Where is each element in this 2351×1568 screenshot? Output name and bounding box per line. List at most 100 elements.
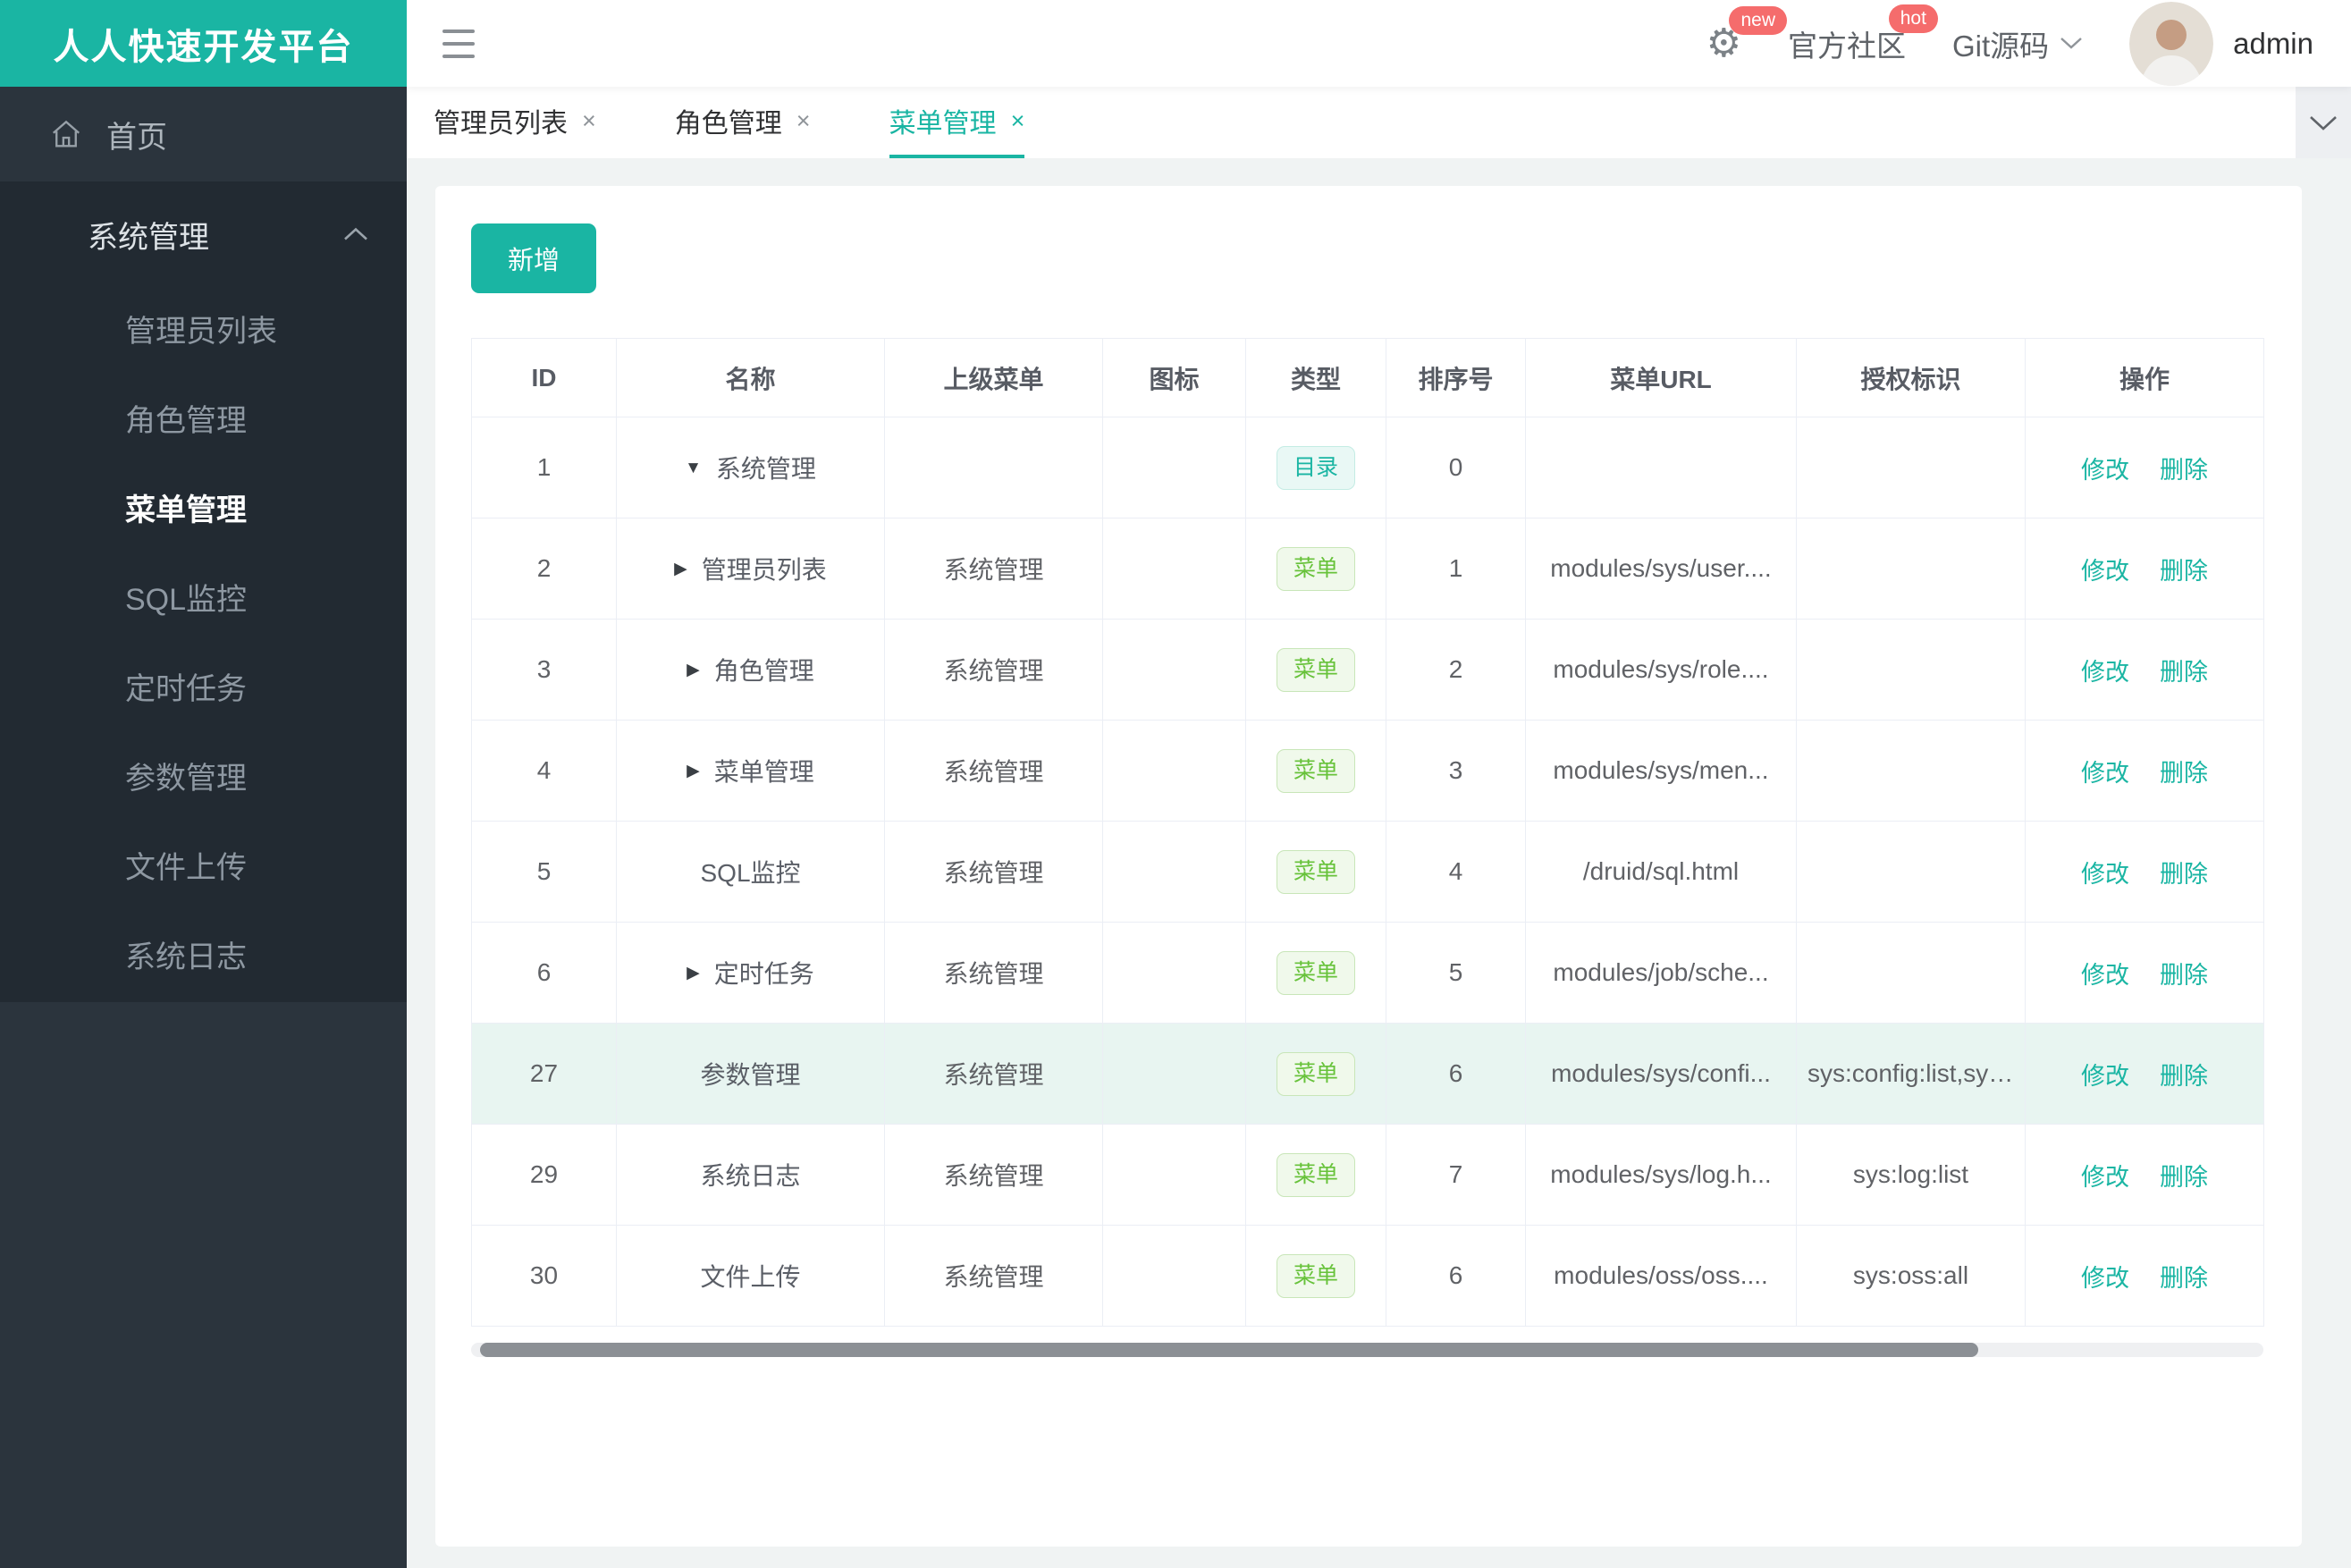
sidebar-item-7[interactable]: 文件上传 — [0, 823, 407, 913]
delete-link[interactable]: 删除 — [2160, 659, 2208, 686]
cell-name: ▶ 管理员列表 — [616, 518, 885, 620]
type-badge: 菜单 — [1276, 950, 1355, 995]
cell-actions: 修改 删除 — [2025, 619, 2264, 721]
expand-arrow-icon[interactable]: ▶ — [687, 763, 700, 780]
cell-actions: 修改 删除 — [2025, 1124, 2264, 1226]
delete-link[interactable]: 删除 — [2160, 1164, 2208, 1191]
delete-link[interactable]: 删除 — [2160, 1265, 2208, 1292]
cell-url: modules/sys/confi... — [1525, 1023, 1797, 1125]
cell-name: 参数管理 — [616, 1023, 885, 1125]
home-icon — [49, 117, 83, 151]
tab-label: 菜单管理 — [889, 109, 997, 139]
cell-actions: 修改 删除 — [2025, 417, 2264, 518]
sidebar-item-3[interactable]: 菜单管理 — [0, 466, 407, 555]
hamburger-menu-button[interactable] — [442, 29, 475, 58]
column-header: 菜单URL — [1525, 338, 1797, 417]
tab-bar: 管理员列表 × 角色管理 × 菜单管理 × — [407, 87, 2351, 158]
cell-icon — [1102, 619, 1246, 721]
edit-link[interactable]: 修改 — [2081, 457, 2129, 484]
edit-link[interactable]: 修改 — [2081, 1164, 2129, 1191]
sidebar-item-4[interactable]: SQL监控 — [0, 555, 407, 645]
cell-icon — [1102, 1124, 1246, 1226]
settings-gear-button[interactable]: ⚙ new — [1706, 5, 1788, 63]
table-row[interactable]: 6 ▶ 定时任务 系统管理 菜单 5 modules/job/sche... 修改 删除 — [471, 922, 2264, 1024]
horizontal-scrollbar-thumb[interactable] — [480, 1343, 1978, 1357]
cell-actions: 修改 删除 — [2025, 922, 2264, 1024]
table-row[interactable]: 27 参数管理 系统管理 菜单 6 modules/sys/confi... sys:con… — [471, 1023, 2264, 1125]
edit-link[interactable]: 修改 — [2081, 861, 2129, 888]
sidebar-group-label: 系统管理 — [88, 220, 209, 255]
cell-parent-menu: 系统管理 — [884, 821, 1103, 923]
expand-arrow-icon[interactable]: ▶ — [674, 561, 687, 577]
cell-perm — [1796, 821, 2026, 923]
sidebar-item-8[interactable]: 系统日志 — [0, 913, 407, 1002]
tab-close-icon[interactable]: × — [796, 107, 811, 135]
column-header: 授权标识 — [1796, 338, 2026, 417]
table-row[interactable]: 3 ▶ 角色管理 系统管理 菜单 2 modules/sys/role.... 修改 删除 — [471, 619, 2264, 721]
cell-type: 菜单 — [1245, 922, 1386, 1024]
delete-link[interactable]: 删除 — [2160, 1063, 2208, 1090]
cell-url: modules/sys/log.h... — [1525, 1124, 1797, 1226]
user-menu[interactable]: admin — [2129, 1, 2313, 86]
sidebar-item-5[interactable]: 定时任务 — [0, 645, 407, 734]
cell-actions: 修改 删除 — [2025, 821, 2264, 923]
new-badge: new — [1729, 5, 1788, 35]
table-row[interactable]: 5 SQL监控 系统管理 菜单 4/druid/sql.html 修改 删除 — [471, 821, 2264, 923]
sidebar-item-2[interactable]: 角色管理 — [0, 376, 407, 466]
tab-2[interactable]: 角色管理 × — [675, 87, 811, 158]
name-content: ▶ 菜单管理 — [687, 753, 814, 788]
expand-arrow-icon[interactable]: ▶ — [687, 965, 700, 982]
horizontal-scrollbar-track[interactable] — [471, 1343, 2263, 1357]
sidebar-item-home[interactable]: 首页 — [0, 87, 407, 181]
cell-type: 目录 — [1245, 417, 1386, 518]
table-row[interactable]: 30 文件上传 系统管理 菜单 6 modules/oss/oss.... sys:oss:… — [471, 1225, 2264, 1327]
sidebar-item-1[interactable]: 管理员列表 — [0, 287, 407, 376]
edit-link[interactable]: 修改 — [2081, 659, 2129, 686]
edit-link[interactable]: 修改 — [2081, 760, 2129, 787]
tab-3[interactable]: 菜单管理 × — [889, 87, 1025, 158]
sidebar-group-title[interactable]: 系统管理 — [0, 181, 407, 287]
cell-parent-menu — [884, 417, 1103, 518]
name-content: 文件上传 — [700, 1258, 800, 1294]
cell-id: 27 — [471, 1023, 617, 1125]
cell-icon — [1102, 417, 1246, 518]
community-link[interactable]: 官方社区 hot — [1788, 4, 1938, 65]
tab-list-dropdown-button[interactable] — [2287, 87, 2351, 158]
cell-icon — [1102, 720, 1246, 822]
tab-bar-tabs: 管理员列表 × 角色管理 × 菜单管理 × — [407, 87, 2351, 158]
delete-link[interactable]: 删除 — [2160, 558, 2208, 585]
git-source-dropdown[interactable]: Git源码 — [1952, 22, 2083, 65]
delete-link[interactable]: 删除 — [2160, 861, 2208, 888]
expand-arrow-icon[interactable]: ▶ — [687, 662, 700, 679]
name-content: ▼ 系统管理 — [685, 450, 816, 485]
column-header: ID — [471, 338, 617, 417]
edit-link[interactable]: 修改 — [2081, 1265, 2129, 1292]
cell-type: 菜单 — [1245, 821, 1386, 923]
type-badge: 菜单 — [1276, 748, 1355, 793]
cell-url: modules/sys/role.... — [1525, 619, 1797, 721]
edit-link[interactable]: 修改 — [2081, 962, 2129, 989]
add-button[interactable]: 新增 — [471, 223, 596, 293]
table-row[interactable]: 2 ▶ 管理员列表 系统管理 菜单 1 modules/sys/user.... 修改 删除 — [471, 518, 2264, 620]
table-row[interactable]: 1 ▼ 系统管理 目录 0 修改 删除 — [471, 417, 2264, 518]
cell-order: 1 — [1386, 518, 1526, 620]
topbar: ⚙ new 官方社区 hot Git源码 admin — [407, 0, 2351, 87]
tab-close-icon[interactable]: × — [1011, 107, 1025, 135]
cell-actions: 修改 删除 — [2025, 1023, 2264, 1125]
edit-link[interactable]: 修改 — [2081, 1063, 2129, 1090]
cell-name: 系统日志 — [616, 1124, 885, 1226]
cell-id: 30 — [471, 1225, 617, 1327]
tab-1[interactable]: 管理员列表 × — [434, 87, 596, 158]
table-row[interactable]: 4 ▶ 菜单管理 系统管理 菜单 3 modules/sys/men... 修改 删除 — [471, 720, 2264, 822]
table-row[interactable]: 29 系统日志 系统管理 菜单 7 modules/sys/log.h... sys:log… — [471, 1124, 2264, 1226]
sidebar-item-6[interactable]: 参数管理 — [0, 734, 407, 823]
delete-link[interactable]: 删除 — [2160, 962, 2208, 989]
menu-name: 菜单管理 — [713, 758, 814, 786]
tab-close-icon[interactable]: × — [582, 107, 596, 135]
collapse-arrow-icon[interactable]: ▼ — [685, 459, 702, 476]
edit-link[interactable]: 修改 — [2081, 558, 2129, 585]
delete-link[interactable]: 删除 — [2160, 760, 2208, 787]
cell-id: 1 — [471, 417, 617, 518]
delete-link[interactable]: 删除 — [2160, 457, 2208, 484]
cell-parent-menu: 系统管理 — [884, 922, 1103, 1024]
